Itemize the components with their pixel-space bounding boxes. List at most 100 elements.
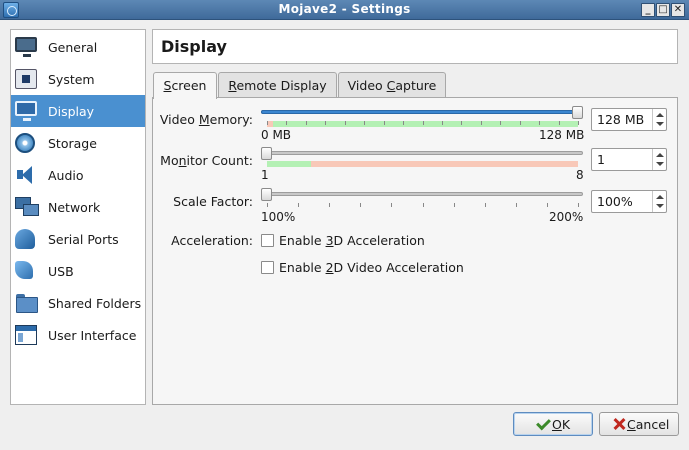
video-memory-slider-handle[interactable] [572,106,583,119]
slider-tick [267,121,268,125]
monitor-count-spinbox[interactable]: 1 [591,148,667,171]
disk-icon [15,133,35,153]
video-memory-label: Video Memory: [159,112,253,127]
enable-2d-video-acceleration-label[interactable]: Enable 2D Video Acceleration [279,260,464,275]
tab-screen[interactable]: Screen [153,72,217,99]
screen-tab-panel [152,97,678,405]
scale-factor-label: Scale Factor: [173,194,253,209]
slider-tick [453,203,455,207]
sidebar-item-label: User Interface [48,328,137,343]
scale-factor-slider-handle[interactable] [261,188,272,201]
monitor-count-max-label: 8 [576,168,584,182]
monitor-count-range-ok [267,161,311,167]
video-memory-spinbox[interactable]: 128 MB [591,108,667,131]
scale-factor-slider-groove [261,192,583,196]
sidebar-item-label: System [48,72,95,87]
slider-tick [305,121,307,125]
minimize-button[interactable]: _ [641,3,655,17]
sidebar-item-serial-ports[interactable]: Serial Ports [11,223,145,255]
spin-down-icon[interactable] [656,162,664,166]
sidebar-item-label: Storage [48,136,97,151]
slider-tick [325,121,327,125]
slider-tick [364,121,366,125]
slider-tick [403,121,405,125]
slider-tick [360,203,362,207]
network-icon [15,197,39,217]
ok-button[interactable]: OK [513,412,593,436]
slider-tick [422,203,424,207]
spin-up-icon[interactable] [656,153,664,157]
acceleration-label: Acceleration: [171,233,253,248]
enable-3d-acceleration-checkbox[interactable] [261,234,274,247]
spin-down-icon[interactable] [656,204,664,208]
video-memory-min-label: 0 MB [261,128,292,142]
slider-tick [539,121,541,125]
sidebar-item-storage[interactable]: Storage [11,127,145,159]
slider-tick [267,203,268,207]
slider-tick [546,203,548,207]
slider-tick [298,203,300,207]
scale-factor-value: 100% [597,194,633,209]
sidebar-item-label: Network [48,200,101,215]
slider-tick [344,121,346,125]
slider-tick [480,121,482,125]
slider-tick [461,121,463,125]
tab-video-capture[interactable]: Video Capture [338,72,446,98]
video-memory-ticks [267,121,579,125]
slider-tick [515,203,517,207]
sidebar-item-label: Shared Folders [48,296,142,311]
slider-tick [441,121,443,125]
slider-tick [558,121,560,125]
monitor-count-range-warn [311,161,578,167]
video-memory-value: 128 MB [597,112,645,127]
sidebar-item-system[interactable]: System [11,63,145,95]
maximize-button[interactable]: □ [656,3,670,17]
slider-tick [286,121,288,125]
speaker-icon [15,165,37,185]
sidebar-item-user-interface[interactable]: User Interface [11,319,145,351]
cancel-icon [612,417,626,431]
usb-icon [15,261,33,279]
slider-tick [422,121,424,125]
slider-tick [578,121,579,125]
sidebar-item-usb[interactable]: USB [11,255,145,287]
settings-sidebar: General System Display Storage Audio Net… [10,29,146,405]
enable-2d-video-acceleration-checkbox[interactable] [261,261,274,274]
sidebar-item-shared-folders[interactable]: Shared Folders [11,287,145,319]
sidebar-item-display[interactable]: Display [11,95,145,127]
monitor-count-value: 1 [597,152,605,167]
sidebar-item-label: Audio [48,168,84,183]
check-icon [536,417,550,431]
serial-port-icon [15,229,35,249]
window-title: Mojave2 - Settings [278,2,411,16]
slider-tick [383,121,385,125]
spin-down-icon[interactable] [656,122,664,126]
sidebar-item-audio[interactable]: Audio [11,159,145,191]
cancel-button[interactable]: Cancel [599,412,679,436]
scale-factor-ticks [267,203,579,207]
close-button[interactable]: ✕ [671,3,685,17]
sidebar-item-general[interactable]: General [11,31,145,63]
spin-up-icon[interactable] [656,195,664,199]
scale-factor-spinbox[interactable]: 100% [591,190,667,213]
sidebar-item-label: Display [48,104,95,119]
sidebar-item-label: General [48,40,98,55]
user-interface-icon [15,325,37,345]
page-title: Display [161,37,227,56]
folder-icon [15,293,38,313]
spin-up-icon[interactable] [656,113,664,117]
monitor-count-slider-handle[interactable] [261,147,272,160]
slider-tick [391,203,393,207]
tab-remote-display[interactable]: Remote Display [218,72,337,98]
sidebar-item-network[interactable]: Network [11,191,145,223]
enable-3d-acceleration-label[interactable]: Enable 3D Acceleration [279,233,425,248]
chip-icon [15,69,37,89]
scale-factor-min-label: 100% [261,210,296,224]
page-header: Display [152,29,678,64]
video-memory-max-label: 128 MB [539,128,585,142]
video-memory-slider-fill [261,110,579,114]
title-bar: Mojave2 - Settings _ □ ✕ [0,0,689,20]
sidebar-item-label: Serial Ports [48,232,119,247]
monitor-count-label: Monitor Count: [160,153,253,168]
monitor-count-slider-groove [261,151,583,155]
